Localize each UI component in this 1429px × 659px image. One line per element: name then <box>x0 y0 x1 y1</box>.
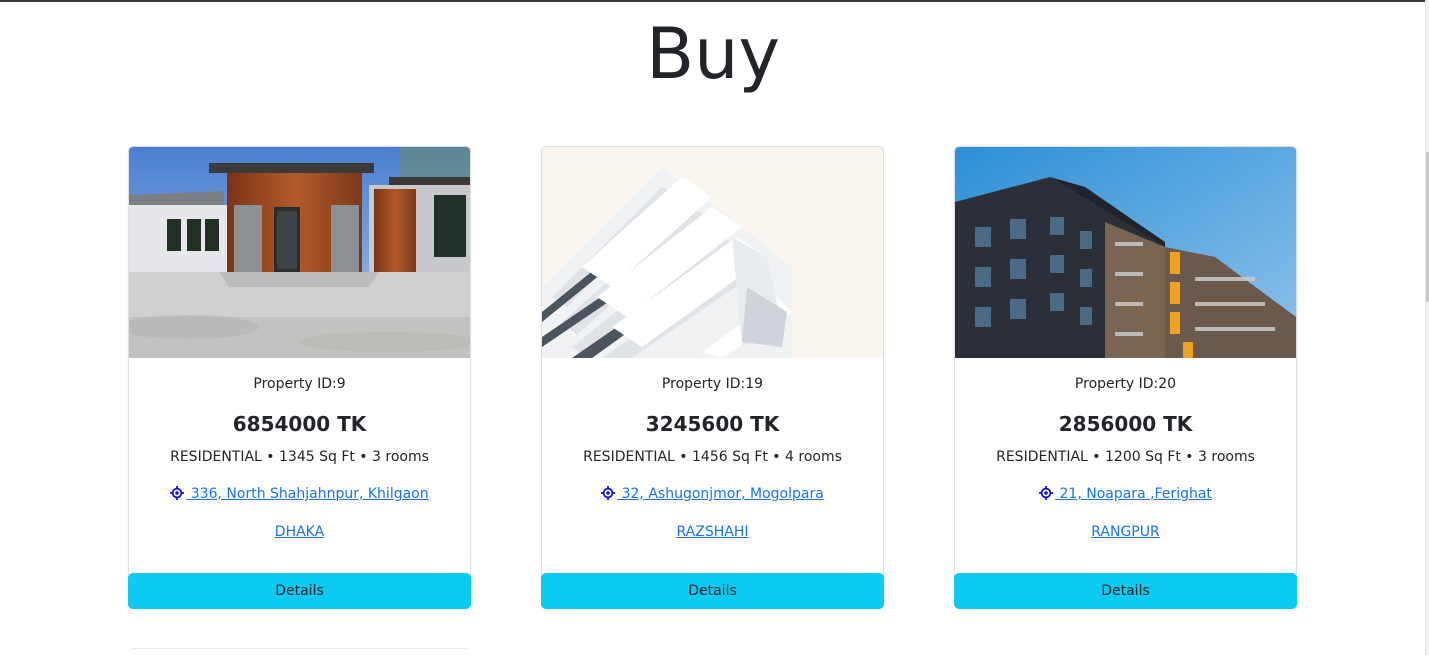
property-meta: RESIDENTIAL • 1345 Sq Ft • 3 rooms <box>170 449 429 465</box>
property-meta: RESIDENTIAL • 1456 Sq Ft • 4 rooms <box>583 449 842 465</box>
address-text[interactable]: 32, Ashugonjmor, Mogolpara <box>617 486 824 502</box>
property-card: Property ID:9 6854000 TK RESIDENTIAL • 1… <box>128 146 471 609</box>
property-address[interactable]: 32, Ashugonjmor, Mogolpara <box>542 486 883 502</box>
property-id: Property ID:20 <box>1074 376 1177 392</box>
property-address[interactable]: 21, Noapara ,Ferighat <box>955 486 1296 502</box>
top-border <box>0 0 1429 2</box>
crosshair-location-icon <box>170 486 185 500</box>
city-link[interactable]: RAZSHAHI <box>677 524 749 540</box>
crosshair-location-icon <box>601 486 616 500</box>
property-price: 2856000 TK <box>1058 412 1193 436</box>
property-image <box>955 147 1296 358</box>
details-button[interactable]: Details <box>954 573 1297 609</box>
address-text[interactable]: 21, Noapara ,Ferighat <box>1055 486 1212 502</box>
property-city[interactable]: DHAKA <box>129 524 470 540</box>
property-card: Property ID:19 3245600 TK RESIDENTIAL • … <box>541 146 884 609</box>
property-card: Property ID:20 2856000 TK RESIDENTIAL • … <box>954 146 1297 609</box>
scrollbar[interactable] <box>1425 0 1429 655</box>
address-link[interactable]: 21, Noapara ,Ferighat <box>1039 486 1212 502</box>
crosshair-location-icon <box>1039 486 1054 500</box>
property-city[interactable]: RAZSHAHI <box>542 524 883 540</box>
property-price: 6854000 TK <box>232 412 367 436</box>
property-city[interactable]: RANGPUR <box>955 524 1296 540</box>
city-link[interactable]: RANGPUR <box>1091 524 1159 540</box>
property-image <box>129 147 470 358</box>
details-button[interactable]: Details <box>541 573 884 609</box>
address-text[interactable]: 336, North Shahjahnpur, Khilgaon <box>186 486 429 502</box>
property-id: Property ID:19 <box>661 376 764 392</box>
property-address[interactable]: 336, North Shahjahnpur, Khilgaon <box>129 486 470 502</box>
property-id: Property ID:9 <box>253 376 346 392</box>
address-link[interactable]: 336, North Shahjahnpur, Khilgaon <box>170 486 429 502</box>
address-link[interactable]: 32, Ashugonjmor, Mogolpara <box>601 486 824 502</box>
details-button[interactable]: Details <box>128 573 471 609</box>
page-title: Buy <box>646 13 780 95</box>
city-link[interactable]: DHAKA <box>275 524 324 540</box>
property-price: 3245600 TK <box>645 412 780 436</box>
property-meta: RESIDENTIAL • 1200 Sq Ft • 3 rooms <box>996 449 1255 465</box>
property-image <box>542 147 883 358</box>
next-row-card-edge <box>128 648 471 659</box>
